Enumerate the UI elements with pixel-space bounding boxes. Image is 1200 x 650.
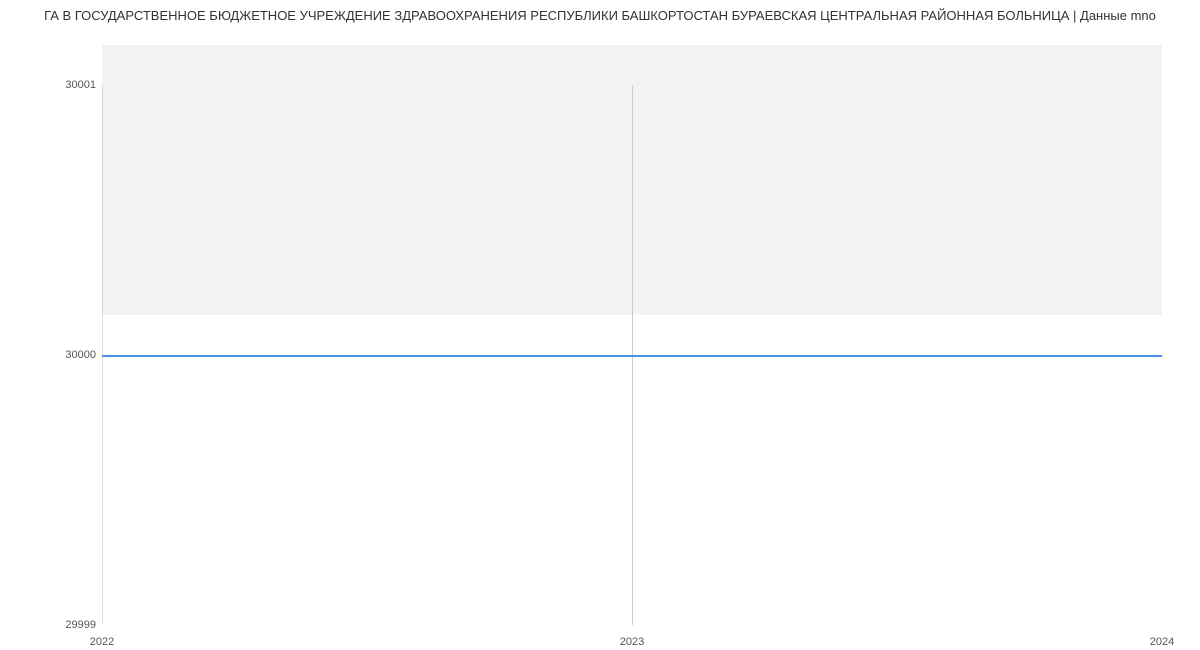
x-tick-label: 2024	[1150, 636, 1174, 648]
x-tick-label: 2022	[90, 636, 114, 648]
x-tick-label: 2023	[620, 636, 644, 648]
y-tick-label: 30000	[65, 349, 96, 361]
y-tick-label: 30001	[65, 79, 96, 91]
chart-container: 30001 30000 29999 2022 2023 2024	[0, 40, 1200, 640]
chart-title: ГА В ГОСУДАРСТВЕННОЕ БЮДЖЕТНОЕ УЧРЕЖДЕНИ…	[0, 8, 1200, 23]
data-line-series	[102, 355, 1162, 357]
y-tick-label: 29999	[65, 619, 96, 631]
